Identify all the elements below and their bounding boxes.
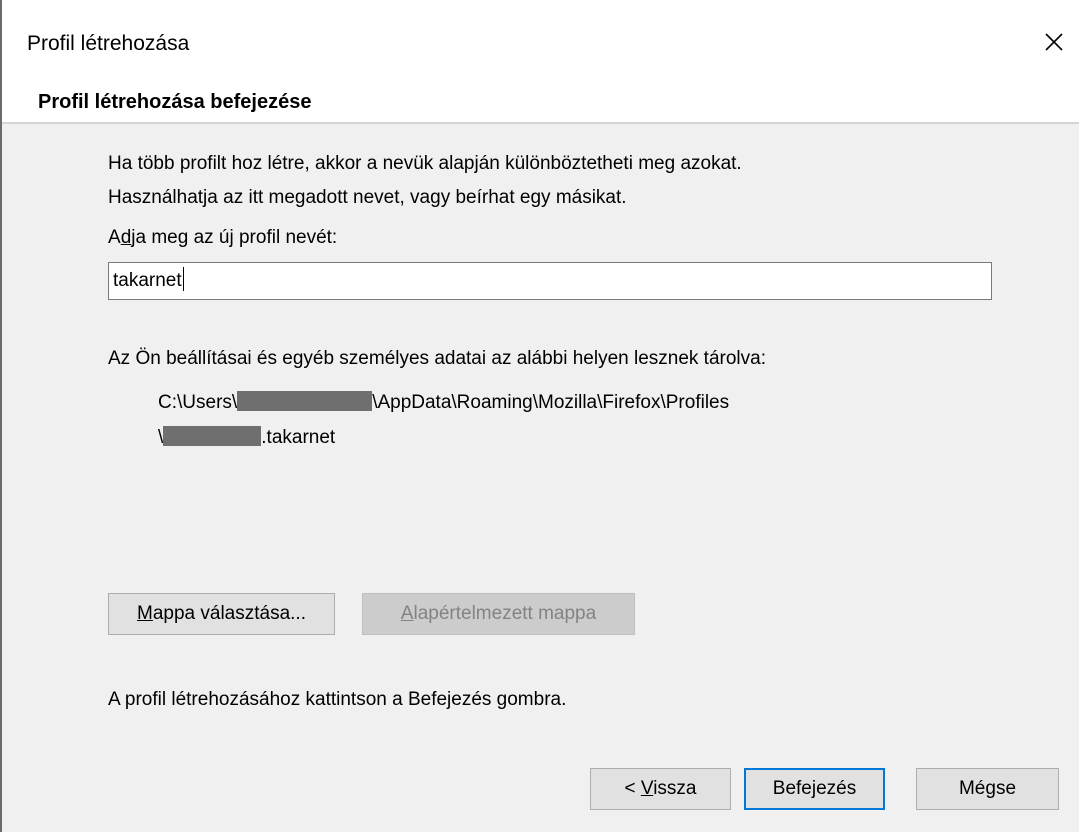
profile-name-label-rest: ja meg az új profil nevét: (131, 227, 338, 248)
text-caret (182, 267, 184, 291)
cancel-button[interactable]: Mégse (916, 768, 1059, 810)
page-header: Profil létrehozása befejezése (2, 88, 1079, 122)
choose-folder-accelerator: M (137, 603, 153, 624)
profile-wizard-window: Profil létrehozása Profil létrehozása be… (0, 0, 1079, 832)
default-folder-label: lapértelmezett mappa (413, 603, 597, 624)
profile-path-line1: C:\Users\ \AppData\Roaming\Mozilla\Firefo… (158, 390, 729, 416)
back-button-label: issza (653, 778, 697, 799)
profile-path-line1-prefix: C:\Users\ (158, 392, 238, 413)
profile-name-label-prefix: A (108, 227, 121, 248)
storage-location-label: Az Ön beállításai és egyéb személyes ada… (108, 348, 766, 369)
default-folder-button[interactable]: Alapértelmezett mappa (362, 593, 635, 635)
close-icon (1045, 33, 1063, 51)
profile-path-line2: \ .takarnet (158, 425, 335, 451)
choose-folder-label: appa választása... (152, 603, 306, 624)
choose-folder-button[interactable]: Mappa választása... (108, 593, 335, 635)
wizard-body: Ha több profilt hoz létre, akkor a nevük… (2, 124, 1079, 832)
window-title: Profil létrehozása (27, 32, 190, 55)
redacted-profile-id (163, 426, 262, 446)
intro-text-line1: Ha több profilt hoz létre, akkor a nevük… (108, 153, 742, 174)
title-bar: Profil létrehozása (2, 0, 1079, 88)
page-title: Profil létrehozása befejezése (38, 91, 312, 113)
intro-text-line2: Használhatja az itt megadott nevet, vagy… (108, 187, 627, 208)
profile-name-label-accelerator: d (120, 227, 132, 248)
profile-name-input[interactable]: takarnet (108, 262, 992, 300)
default-folder-accelerator: A (400, 603, 414, 624)
finish-button[interactable]: Befejezés (744, 768, 885, 810)
profile-name-label: Adja meg az új profil nevét: (108, 225, 337, 251)
finish-hint-text: A profil létrehozásához kattintson a Bef… (108, 689, 567, 710)
back-button[interactable]: < Vissza (590, 768, 731, 810)
profile-name-value: takarnet (113, 270, 182, 291)
back-button-prefix: < (624, 778, 641, 799)
close-button[interactable] (1038, 26, 1070, 58)
back-button-accelerator: V (640, 778, 654, 799)
profile-path-line1-suffix: \AppData\Roaming\Mozilla\Firefox\Profile… (372, 392, 730, 413)
redacted-username (237, 391, 373, 411)
profile-path-line2-suffix: .takarnet (261, 427, 336, 448)
